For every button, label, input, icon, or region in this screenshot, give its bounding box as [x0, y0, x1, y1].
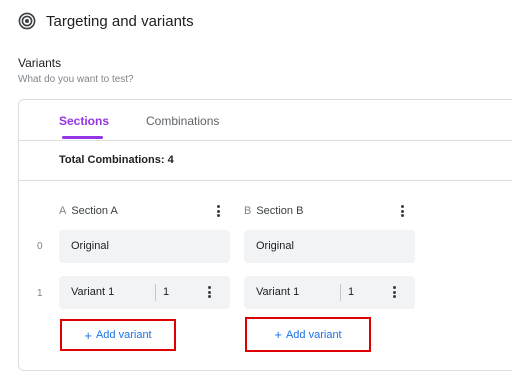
plus-icon: +: [84, 327, 92, 343]
tabs-divider: [19, 140, 512, 141]
active-tab-indicator: [62, 136, 103, 139]
cell-label: Variant 1: [71, 286, 115, 298]
cell-divider: [340, 284, 341, 301]
cell-label: Original: [256, 240, 294, 252]
section-b-add-variant-button[interactable]: + Add variant: [245, 317, 371, 352]
variant-more-icon[interactable]: [391, 286, 397, 300]
section-a-variant-1-cell[interactable]: Variant 1 1: [59, 276, 230, 309]
target-icon: [18, 12, 36, 30]
variant-weight[interactable]: 1: [348, 286, 354, 298]
section-b-more-icon[interactable]: [399, 205, 405, 219]
section-b-header: B Section B: [244, 205, 303, 217]
page-header: Targeting and variants: [18, 12, 194, 30]
page-title: Targeting and variants: [46, 12, 194, 30]
section-b-name: Section B: [256, 205, 304, 217]
add-variant-label: Add variant: [285, 328, 342, 341]
row-index-0: 0: [37, 241, 43, 252]
variant-more-icon[interactable]: [206, 286, 212, 300]
variants-heading: Variants: [18, 56, 62, 70]
cell-divider: [155, 284, 156, 301]
cell-label: Variant 1: [256, 286, 300, 298]
plus-icon: +: [274, 327, 282, 342]
total-combinations: Total Combinations: 4: [59, 154, 174, 166]
variant-weight[interactable]: 1: [163, 286, 169, 298]
tab-combinations[interactable]: Combinations: [146, 114, 219, 128]
section-b-letter: B: [244, 205, 252, 217]
section-a-header: A Section A: [59, 205, 118, 217]
section-a-more-icon[interactable]: [215, 205, 221, 219]
section-b-original-cell[interactable]: Original: [244, 230, 415, 263]
summary-divider: [19, 180, 512, 181]
section-a-letter: A: [59, 205, 67, 217]
section-b-variant-1-cell[interactable]: Variant 1 1: [244, 276, 415, 309]
tab-sections[interactable]: Sections: [59, 114, 109, 128]
variants-subtitle: What do you want to test?: [18, 74, 134, 85]
section-a-add-variant-button[interactable]: + Add variant: [60, 319, 176, 351]
section-a-original-cell[interactable]: Original: [59, 230, 230, 263]
section-a-name: Section A: [71, 205, 118, 217]
variants-card: Sections Combinations Total Combinations…: [18, 99, 512, 371]
cell-label: Original: [71, 240, 109, 252]
add-variant-label: Add variant: [95, 329, 152, 341]
row-index-1: 1: [37, 288, 43, 299]
